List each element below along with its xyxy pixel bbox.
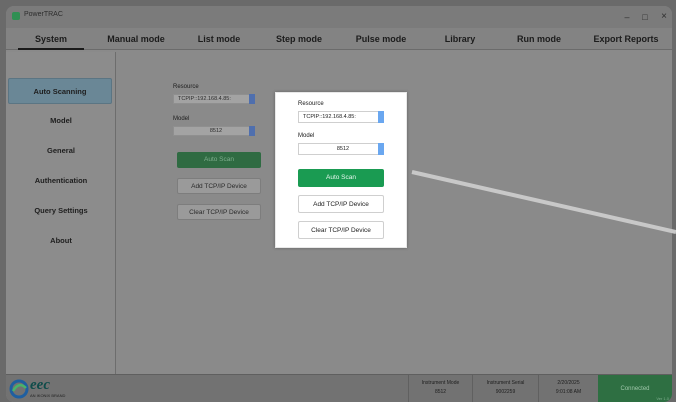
zoom-callout: Resource TCPIP::192.168.4.85: Model 8512… xyxy=(275,92,407,248)
tab-pulse-mode[interactable]: Pulse mode xyxy=(346,28,416,50)
instrument-serial-value: 9002259 xyxy=(495,389,516,395)
close-button[interactable]: × xyxy=(657,10,671,24)
resource-label: Resource xyxy=(173,84,199,90)
status-bar: eec AN IKONIX BRAND Instrument Mode 8512… xyxy=(6,374,672,402)
sidebar-item-query-settings[interactable]: Query Settings xyxy=(6,198,116,224)
zoom-clear-tcpip-device-button[interactable]: Clear TCP/IP Device xyxy=(298,221,384,239)
app-title: PowerTRAC xyxy=(24,11,63,18)
app-logo-icon xyxy=(12,12,20,20)
instrument-serial-cell: Instrument Serial 9002259 xyxy=(472,375,538,402)
connection-status: Connected Ver 1.0 xyxy=(598,375,672,402)
menu-bar: System Manual mode List mode Step mode P… xyxy=(6,28,672,50)
instrument-mode-label: Instrument Mode xyxy=(421,380,460,386)
chevron-down-icon xyxy=(249,126,255,136)
model-value: 8512 xyxy=(209,128,223,134)
sidebar-item-model[interactable]: Model xyxy=(6,108,116,134)
instrument-serial-label: Instrument Serial xyxy=(486,380,525,386)
zoom-auto-scan-button[interactable]: Auto Scan xyxy=(298,169,384,187)
title-bar: PowerTRAC – □ × xyxy=(6,6,672,28)
model-label: Model xyxy=(173,116,190,122)
sidebar-item-auto-scanning[interactable]: Auto Scanning xyxy=(8,78,112,104)
date-text: 2/20/2025 xyxy=(557,380,580,386)
zoom-resource-label: Resource xyxy=(298,101,324,107)
sidebar-item-general[interactable]: General xyxy=(6,138,116,164)
model-select[interactable]: 8512 xyxy=(173,126,255,136)
resource-select[interactable]: TCPIP::192.168.4.85: xyxy=(173,94,255,104)
version-text: Ver 1.0 xyxy=(656,396,669,401)
zoom-model-select[interactable]: 8512 xyxy=(298,143,384,155)
datetime-cell: 2/20/2025 9:01:08 AM xyxy=(538,375,598,402)
clear-tcpip-device-button[interactable]: Clear TCP/IP Device xyxy=(177,204,261,220)
logo-subtext: AN IKONIX BRAND xyxy=(30,393,66,398)
tab-run-mode[interactable]: Run mode xyxy=(506,28,572,50)
logo-text: eec xyxy=(30,377,50,393)
zoom-model-value: 8512 xyxy=(336,146,350,152)
maximize-button[interactable]: □ xyxy=(638,10,652,24)
eec-logo: eec AN IKONIX BRAND xyxy=(6,377,86,401)
minimize-button[interactable]: – xyxy=(620,10,634,24)
zoom-resource-value: TCPIP::192.168.4.85: xyxy=(303,114,356,120)
connection-text: Connected xyxy=(620,386,650,392)
add-tcpip-device-button[interactable]: Add TCP/IP Device xyxy=(177,178,261,194)
tab-export-reports[interactable]: Export Reports xyxy=(584,28,668,50)
chevron-down-icon xyxy=(378,143,384,155)
zoom-model-label: Model xyxy=(298,133,315,139)
sidebar: Auto Scanning Model General Authenticati… xyxy=(6,52,116,374)
chevron-down-icon xyxy=(378,111,384,123)
auto-scan-button[interactable]: Auto Scan xyxy=(177,152,261,168)
instrument-mode-cell: Instrument Mode 8512 xyxy=(408,375,472,402)
sidebar-item-authentication[interactable]: Authentication xyxy=(6,168,116,194)
zoom-resource-select[interactable]: TCPIP::192.168.4.85: xyxy=(298,111,384,123)
tab-manual-mode[interactable]: Manual mode xyxy=(98,28,174,50)
sidebar-item-about[interactable]: About xyxy=(6,228,116,254)
resource-value: TCPIP::192.168.4.85: xyxy=(178,96,231,102)
tab-list-mode[interactable]: List mode xyxy=(186,28,252,50)
tab-step-mode[interactable]: Step mode xyxy=(266,28,332,50)
chevron-down-icon xyxy=(249,94,255,104)
zoom-add-tcpip-device-button[interactable]: Add TCP/IP Device xyxy=(298,195,384,213)
time-text: 9:01:08 AM xyxy=(555,389,582,395)
tab-system[interactable]: System xyxy=(18,28,84,50)
tab-library[interactable]: Library xyxy=(430,28,490,50)
instrument-mode-value: 8512 xyxy=(434,389,447,395)
eec-logo-icon xyxy=(9,379,29,399)
